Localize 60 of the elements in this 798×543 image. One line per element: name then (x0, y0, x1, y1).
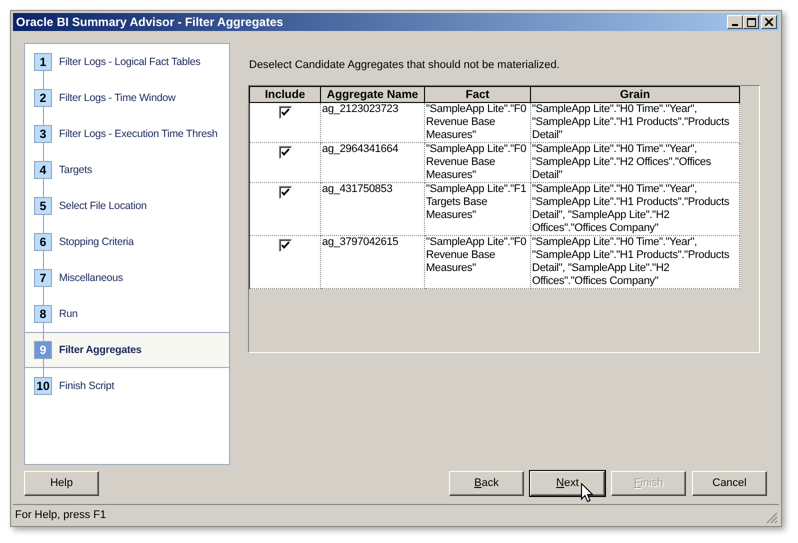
step-item[interactable]: 9 Filter Aggregates (25, 332, 229, 368)
step-number: 4 (34, 161, 52, 179)
step-number: 2 (34, 89, 52, 107)
table-cell: "SampleApp Lite"."H0 Time"."Year", "SampleApp Lite"."H1 Products"."Products Detail" (532, 103, 730, 141)
table-cell: "SampleApp Lite"."H0 Time"."Year", "SampleApp Lite"."H1 Products"."Products Detail", "SampleApp Lite"."H2 Offices"."Offices Company" (532, 183, 730, 234)
step-item[interactable]: 5 Select File Location (25, 188, 229, 224)
wizard-button[interactable]: Next (530, 470, 605, 496)
step-item[interactable]: 4 Targets (25, 152, 229, 188)
step-number: 9 (34, 341, 52, 359)
maximize-icon (746, 18, 756, 26)
step-label: Filter Logs - Execution Time Thresh (59, 128, 218, 140)
table-cell: ag_431750853 (322, 183, 392, 195)
step-label: Filter Logs - Time Window (59, 92, 176, 104)
window-title: Oracle BI Summary Advisor - Filter Aggregates (16, 15, 284, 29)
instruction-text: Deselect Candidate Aggregates that should not be materialized. (249, 59, 561, 71)
wizard-button[interactable]: Cancel (692, 470, 767, 496)
table-cell: "SampleApp Lite"."F1 Targets Base Measures" (426, 183, 526, 221)
table-cell: ag_2964341664 (322, 143, 398, 155)
step-number: 8 (34, 305, 52, 323)
table-cell: "SampleApp Lite"."F0 Revenue Base Measures" (426, 236, 526, 274)
step-number: 6 (34, 233, 52, 251)
step-number: 5 (34, 197, 52, 215)
mouse-pointer-icon (581, 482, 593, 502)
step-item[interactable]: 7 Miscellaneous (25, 260, 229, 296)
step-label: Run (59, 308, 78, 320)
status-text: For Help, press F1 (15, 508, 106, 520)
resize-grip-icon (766, 512, 778, 524)
step-number: 1 (34, 53, 52, 71)
step-item[interactable]: 1 Filter Logs - Logical Fact Tables (25, 44, 229, 80)
step-label: Filter Logs - Logical Fact Tables (59, 56, 200, 68)
minimize-button[interactable] (727, 15, 743, 29)
column-header[interactable]: Aggregate Name (320, 86, 424, 102)
help-button[interactable]: Help (24, 470, 99, 496)
table-cell: "SampleApp Lite"."H0 Time"."Year", "SampleApp Lite"."H2 Offices"."Offices Detail" (532, 143, 711, 181)
table-cell: ag_3797042615 (322, 236, 398, 248)
step-item[interactable]: 8 Run (25, 296, 229, 332)
step-label: Miscellaneous (59, 272, 123, 284)
step-label: Filter Aggregates (59, 344, 142, 356)
step-item[interactable]: 10 Finish Script (25, 368, 229, 404)
wizard-button[interactable]: Back (449, 470, 524, 496)
step-number: 3 (34, 125, 52, 143)
close-icon (765, 18, 773, 26)
step-label: Finish Script (59, 380, 114, 392)
step-label: Select File Location (59, 200, 147, 212)
step-item[interactable]: 2 Filter Logs - Time Window (25, 80, 229, 116)
step-item[interactable]: 3 Filter Logs - Execution Time Thresh (25, 116, 229, 152)
column-header[interactable]: Fact (424, 86, 530, 102)
step-number: 10 (34, 377, 52, 395)
column-header[interactable]: Include (250, 86, 320, 102)
step-label: Stopping Criteria (59, 236, 134, 248)
step-label: Targets (59, 164, 92, 176)
table-cell: "SampleApp Lite"."F0 Revenue Base Measures" (426, 143, 526, 181)
step-item[interactable]: 6 Stopping Criteria (25, 224, 229, 260)
column-header[interactable]: Grain (530, 86, 740, 102)
table-cell: ag_2123023723 (322, 103, 398, 115)
close-button[interactable] (761, 15, 777, 29)
maximize-button[interactable] (743, 15, 759, 29)
table-cell: "SampleApp Lite"."H0 Time"."Year", "SampleApp Lite"."H1 Products"."Products Detail", "SampleApp Lite"."H2 Offices"."Offices Company" (532, 236, 730, 287)
table-cell: "SampleApp Lite"."F0 Revenue Base Measures" (426, 103, 526, 141)
step-number: 7 (34, 269, 52, 287)
